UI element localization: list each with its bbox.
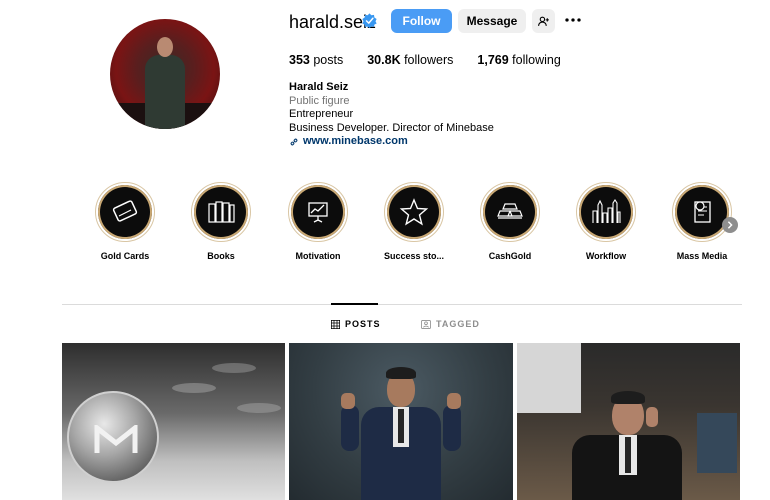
coin-image bbox=[67, 391, 159, 483]
link-icon bbox=[290, 138, 298, 146]
tab-posts[interactable]: POSTS bbox=[331, 319, 381, 329]
profile-link-text: www.minebase.com bbox=[303, 135, 408, 147]
gold-bars-icon bbox=[497, 203, 523, 219]
highlight-workflow[interactable]: Workflow bbox=[571, 182, 641, 261]
more-options-icon[interactable] bbox=[565, 14, 581, 26]
highlight-label: CashGold bbox=[488, 251, 532, 261]
highlight-label: Success sto... bbox=[383, 251, 445, 261]
tab-tagged[interactable]: TAGGED bbox=[421, 319, 480, 329]
profile-category: Public figure bbox=[289, 94, 350, 107]
following-label: following bbox=[512, 53, 561, 67]
following-count: 1,769 bbox=[477, 53, 509, 67]
message-button[interactable]: Message bbox=[458, 9, 526, 33]
document-icon bbox=[694, 201, 711, 223]
highlight-label: Workflow bbox=[585, 251, 627, 261]
following-stat[interactable]: 1,769 following bbox=[477, 53, 560, 67]
highlight-gold-cards[interactable]: Gold Cards bbox=[90, 182, 160, 261]
grid-icon bbox=[331, 319, 340, 329]
skyline-icon bbox=[592, 199, 621, 223]
books-icon bbox=[208, 201, 235, 223]
profile-full-name: Harald Seiz bbox=[289, 81, 349, 93]
add-user-icon bbox=[538, 16, 549, 26]
bio-line: Entrepreneur bbox=[289, 108, 354, 120]
story-highlights: Gold Cards Books Motivation Success sto.… bbox=[90, 182, 750, 272]
posts-label: posts bbox=[313, 53, 344, 67]
card-icon bbox=[112, 200, 138, 222]
star-icon bbox=[399, 198, 429, 226]
active-tab-indicator bbox=[331, 303, 378, 305]
tab-posts-label: POSTS bbox=[345, 319, 381, 329]
profile-stats: 353 posts 30.8K followers 1,769 followin… bbox=[289, 53, 585, 67]
tabs-divider bbox=[62, 304, 742, 305]
highlight-motivation[interactable]: Motivation bbox=[283, 182, 353, 261]
m-logo-icon bbox=[94, 425, 138, 453]
post-thumbnail-thumbs-up[interactable] bbox=[289, 343, 513, 500]
profile-bio: Harald Seiz Public figure Entrepreneur B… bbox=[289, 81, 494, 149]
avatar-person bbox=[145, 37, 185, 129]
highlight-label: Motivation bbox=[295, 251, 341, 261]
highlight-label: Books bbox=[207, 251, 235, 261]
posts-count: 353 bbox=[289, 53, 310, 67]
highlight-success-stories[interactable]: Success sto... bbox=[379, 182, 449, 261]
posts-stat: 353 posts bbox=[289, 53, 343, 67]
bio-line: Business Developer. Director of Minebase bbox=[289, 121, 494, 134]
followers-label: followers bbox=[404, 53, 454, 67]
followers-count: 30.8K bbox=[367, 53, 401, 67]
follow-button[interactable]: Follow bbox=[391, 9, 452, 33]
tag-icon bbox=[421, 319, 431, 329]
profile-link[interactable]: www.minebase.com bbox=[289, 135, 494, 149]
screen-background bbox=[697, 413, 737, 473]
highlights-next-button[interactable] bbox=[722, 217, 738, 233]
chevron-right-icon bbox=[727, 221, 733, 229]
followers-stat[interactable]: 30.8K followers bbox=[367, 53, 453, 67]
highlight-cashgold[interactable]: CashGold bbox=[475, 182, 545, 261]
post-thumbnail-phone-call[interactable] bbox=[517, 343, 740, 500]
highlight-label: Gold Cards bbox=[100, 251, 150, 261]
highlight-books[interactable]: Books bbox=[186, 182, 256, 261]
profile-avatar[interactable] bbox=[110, 19, 220, 129]
tab-tagged-label: TAGGED bbox=[436, 319, 480, 329]
presentation-icon bbox=[308, 202, 328, 223]
suggest-user-button[interactable] bbox=[532, 9, 555, 33]
verified-badge-icon bbox=[362, 13, 377, 28]
post-thumbnail-coin[interactable] bbox=[62, 343, 285, 500]
highlight-label: Mass Media bbox=[676, 251, 728, 261]
